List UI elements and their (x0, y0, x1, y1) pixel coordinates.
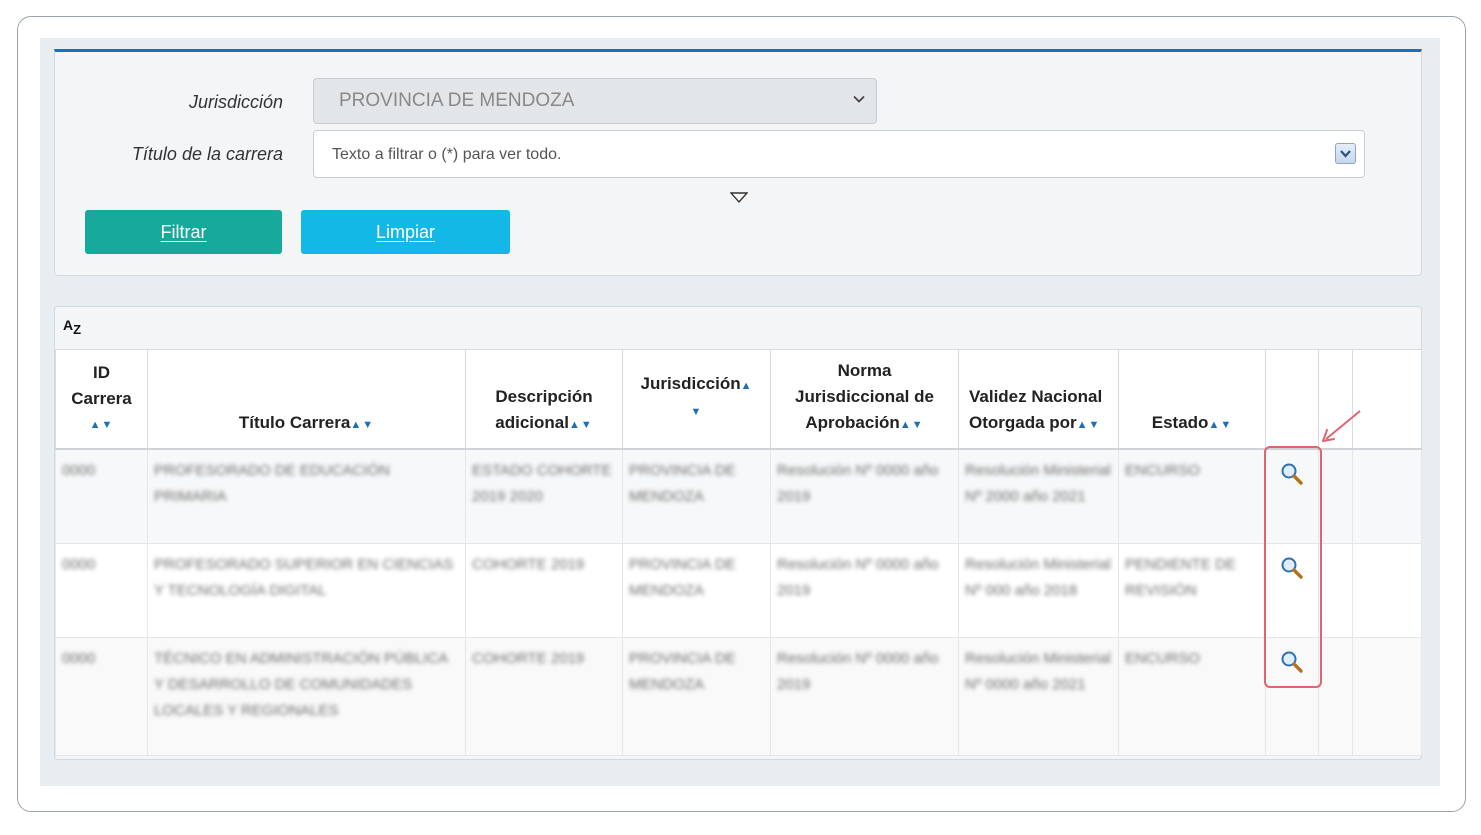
col-descripcion-line2: adicional (495, 413, 569, 432)
col-header-id[interactable]: ID Carrera ▲▼ (55, 349, 148, 450)
cell-descripcion: COHORTE 2019 (472, 649, 585, 667)
limpiar-button[interactable]: Limpiar (301, 210, 510, 254)
cell-validez: Resolución Ministerial Nº 0000 año 2021 (965, 649, 1111, 693)
results-panel: AZ ID Carrera ▲▼ Título Carrera▲▼ Descri… (54, 306, 1422, 760)
cell-jurisdiccion: PROVINCIA DE MENDOZA (629, 649, 736, 693)
sort-arrows-icon[interactable]: ▲▼ (1077, 419, 1101, 431)
table-row: 0000 PROFESORADO SUPERIOR EN CIENCIAS Y … (55, 542, 1422, 638)
cell-validez: Resolución Ministerial Nº 2000 año 2021 (965, 462, 1111, 505)
sort-az-icon[interactable]: AZ (63, 317, 81, 337)
cell-norma: Resolución Nº 0000 año 2019 (777, 462, 939, 505)
col-header-validez[interactable]: Validez Nacional Otorgada por▲▼ (958, 349, 1119, 450)
col-norma-line3: Aprobación (805, 413, 900, 432)
cell-norma: Resolución Nº 0000 año 2019 (777, 555, 939, 599)
col-id-line1: ID (93, 363, 110, 382)
col-norma-line1: Norma (837, 361, 892, 380)
titulo-placeholder: Texto a filtrar o (*) para ver todo. (332, 146, 562, 163)
titulo-label: Título de la carrera (131, 144, 283, 164)
col-validez-line1: Validez Nacional (969, 387, 1103, 406)
cell-descripcion: COHORTE 2019 (472, 555, 585, 573)
col-header-descripcion[interactable]: Descripción adicional▲▼ (465, 349, 623, 450)
results-table: ID Carrera ▲▼ Título Carrera▲▼ Descripci… (55, 349, 1422, 756)
sort-arrows-icon[interactable]: ▲▼ (900, 419, 924, 431)
table-row: 0000 TÉCNICO EN ADMINISTRACIÓN PÚBLICA Y… (55, 636, 1422, 756)
col-norma-line2: Jurisdiccional de (795, 387, 934, 406)
col-jurisdiccion-label: Jurisdicción (640, 374, 741, 393)
col-header-norma[interactable]: Norma Jurisdiccional de Aprobación▲▼ (770, 349, 959, 450)
col-header-actions (1265, 349, 1319, 450)
cell-jurisdiccion: PROVINCIA DE MENDOZA (629, 462, 736, 505)
cell-descripcion: ESTADO COHORTE 2019 2020 (472, 462, 612, 505)
arrow-annotation (1322, 410, 1361, 442)
cell-estado: ENCURSO (1125, 462, 1201, 479)
col-estado-label: Estado (1151, 413, 1209, 432)
filtrar-button[interactable]: Filtrar (85, 210, 282, 254)
sort-az-top: A (63, 317, 74, 333)
cell-titulo: TÉCNICO EN ADMINISTRACIÓN PÚBLICA Y DESA… (154, 649, 448, 719)
sort-az-sub: Z (73, 321, 82, 337)
cell-norma: Resolución Nº 0000 año 2019 (777, 649, 939, 693)
table-header-row: ID Carrera ▲▼ Título Carrera▲▼ Descripci… (55, 349, 1422, 450)
col-titulo-label: Título Carrera (238, 413, 351, 432)
magnifier-icon[interactable] (1280, 462, 1304, 486)
titulo-input[interactable]: Texto a filtrar o (*) para ver todo. (313, 130, 1365, 178)
filter-panel: Jurisdicción PROVINCIA DE MENDOZA Título… (54, 49, 1422, 276)
titulo-dropdown-button[interactable] (1335, 143, 1356, 164)
magnifier-icon[interactable] (1280, 650, 1304, 674)
jurisdiccion-select[interactable]: PROVINCIA DE MENDOZA (313, 78, 877, 124)
jurisdiccion-label: Jurisdicción (188, 92, 283, 112)
sort-arrows-icon[interactable]: ▲▼ (569, 419, 593, 431)
table-row: 0000 PROFESORADO DE EDUCACIÓN PRIMARIA E… (55, 448, 1422, 544)
col-descripcion-line1: Descripción (495, 387, 593, 406)
cell-validez: Resolución Ministerial Nº 000 año 2018 (965, 555, 1111, 599)
cell-id: 0000 (62, 462, 96, 479)
sort-arrows-icon[interactable]: ▲▼ (1208, 419, 1232, 431)
triangle-down-icon[interactable] (730, 192, 748, 204)
cell-titulo: PROFESORADO DE EDUCACIÓN PRIMARIA (154, 462, 390, 505)
cell-estado: PENDIENTE DE REVISIÓN (1125, 555, 1236, 599)
sort-up-icon[interactable]: ▲ (741, 380, 753, 392)
col-header-titulo[interactable]: Título Carrera▲▼ (147, 349, 466, 450)
col-header-jurisdiccion[interactable]: Jurisdicción▲ ▼ (622, 349, 771, 450)
sort-down-icon[interactable]: ▼ (627, 399, 766, 425)
col-header-estado[interactable]: Estado▲▼ (1118, 349, 1266, 450)
magnifier-icon[interactable] (1280, 556, 1304, 580)
cell-estado: ENCURSO (1125, 649, 1201, 667)
col-validez-line2: Otorgada por (969, 413, 1077, 432)
sort-arrows-icon[interactable]: ▲▼ (60, 412, 143, 438)
col-id-line2: Carrera (71, 389, 132, 408)
jurisdiccion-value: PROVINCIA DE MENDOZA (339, 90, 575, 111)
sort-arrows-icon[interactable]: ▲▼ (350, 419, 374, 431)
cell-id: 0000 (62, 649, 96, 667)
chevron-down-icon (1340, 150, 1351, 158)
cell-jurisdiccion: PROVINCIA DE MENDOZA (629, 555, 736, 599)
cell-id: 0000 (62, 555, 96, 573)
cell-titulo: PROFESORADO SUPERIOR EN CIENCIAS Y TECNO… (154, 555, 454, 599)
chevron-down-icon (853, 95, 865, 103)
